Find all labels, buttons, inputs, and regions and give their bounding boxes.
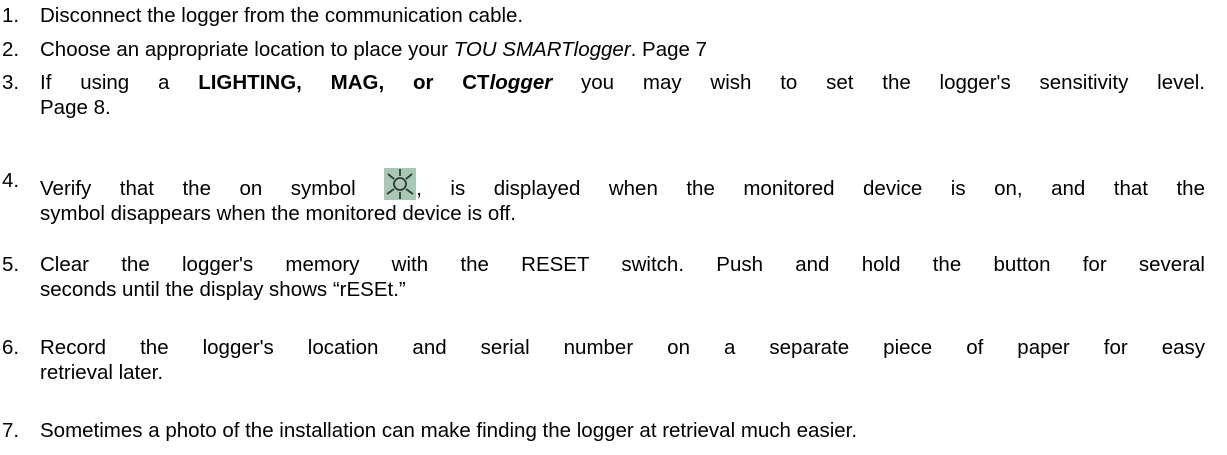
step-text-part: Verify that the on symbol <box>40 177 385 200</box>
step-line: seconds until the display shows “rESEt.” <box>40 278 406 301</box>
step-line: Verify that the on symbol , is displayed… <box>40 168 1205 201</box>
step-number: 2. <box>2 38 20 61</box>
step-number: 4. <box>2 169 20 192</box>
step-text: Verify that the on symbol , is displayed… <box>40 168 1205 226</box>
step-line: If using a LIGHTING, MAG, or CTlogger yo… <box>40 70 1205 95</box>
step-number: 6. <box>2 336 20 359</box>
step-text: Clear the logger's memory with the RESET… <box>40 252 1205 302</box>
step-text: Choose an appropriate location to place … <box>40 37 1205 62</box>
step-line: retrieval later. <box>40 361 164 384</box>
step-text-part: Choose an appropriate location to place … <box>40 38 454 61</box>
on-symbol-icon <box>384 168 417 200</box>
step-text: If using a LIGHTING, MAG, or CTlogger yo… <box>40 70 1205 120</box>
step-text-part: you may wish to set the logger's sensiti… <box>552 71 1205 94</box>
step-text-part: , is displayed when the monitored device… <box>416 177 1205 200</box>
step-text: Sometimes a photo of the installation ca… <box>40 419 858 442</box>
step-number: 7. <box>2 419 20 442</box>
step-text-part: . Page 7 <box>630 38 708 61</box>
step-number: 1. <box>2 4 20 27</box>
step-text: Record the logger's location and serial … <box>40 335 1205 385</box>
product-name: TOU SMARTlogger <box>453 38 631 61</box>
logger-types: LIGHTING, MAG, or CT <box>198 71 490 94</box>
step-text: Disconnect the logger from the communica… <box>40 4 524 27</box>
instruction-list: 1. Disconnect the logger from the commun… <box>0 0 1227 455</box>
step-line: Record the logger's location and serial … <box>40 336 1205 359</box>
step-number: 3. <box>2 71 20 94</box>
step-text-part: If using a <box>40 71 199 94</box>
step-number: 5. <box>2 253 20 276</box>
step-line: Page 8. <box>40 96 111 119</box>
step-line: Clear the logger's memory with the RESET… <box>40 253 1205 276</box>
step-line: symbol disappears when the monitored dev… <box>40 202 516 225</box>
logger-word: logger <box>489 71 553 94</box>
